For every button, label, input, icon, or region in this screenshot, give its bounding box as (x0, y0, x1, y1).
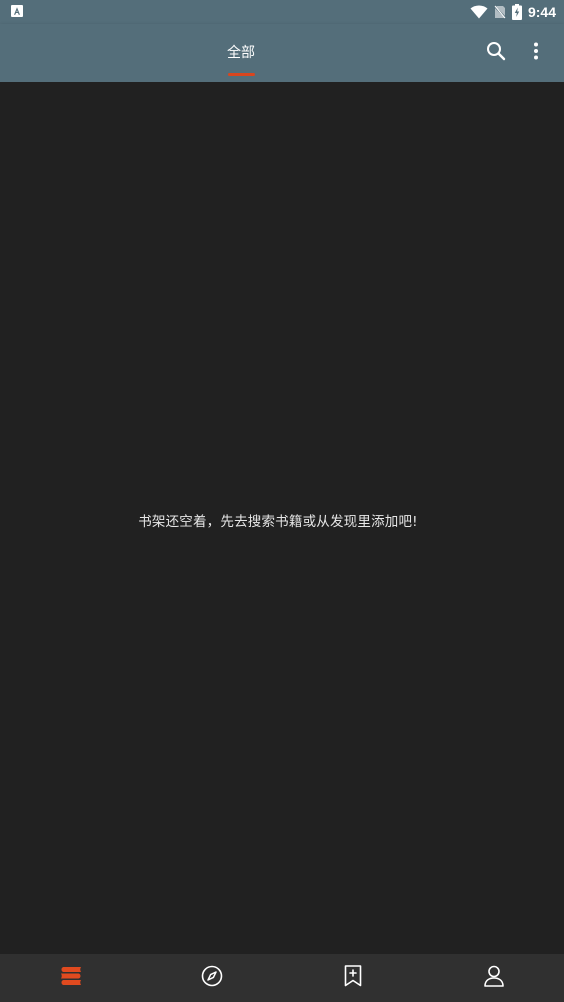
a-notification-icon (11, 5, 23, 17)
bookshelf-content[interactable]: 书架还空着，先去搜索书籍或从发现里添加吧! (0, 82, 564, 954)
bookshelf-icon (59, 966, 83, 990)
app-bar: 全部 (0, 24, 564, 82)
wifi-icon (470, 5, 488, 19)
nav-bookmarks[interactable] (282, 954, 423, 1002)
status-icons: 9:44 (470, 0, 556, 24)
more-vert-icon (533, 42, 539, 64)
no-sim-icon (493, 5, 506, 19)
bookmark-add-icon (344, 965, 362, 991)
search-icon (486, 41, 506, 65)
more-options-button[interactable] (516, 33, 556, 73)
tab-label: 全部 (227, 45, 255, 61)
nav-profile[interactable] (423, 954, 564, 1002)
tab-indicator (228, 73, 255, 76)
battery-charging-icon (511, 4, 522, 20)
status-time: 9:44 (527, 4, 556, 20)
person-icon (483, 965, 505, 991)
screen: 9:44 全部 书架还空着，先去搜索书籍或从发现里添加吧! (0, 0, 564, 1002)
bottom-navigation (0, 954, 564, 1002)
search-button[interactable] (476, 33, 516, 73)
nav-discover[interactable] (141, 954, 282, 1002)
compass-icon (201, 965, 223, 991)
empty-bookshelf-message: 书架还空着，先去搜索书籍或从发现里添加吧! (138, 514, 418, 530)
nav-bookshelf[interactable] (0, 954, 141, 1002)
status-bar: 9:44 (0, 0, 564, 24)
